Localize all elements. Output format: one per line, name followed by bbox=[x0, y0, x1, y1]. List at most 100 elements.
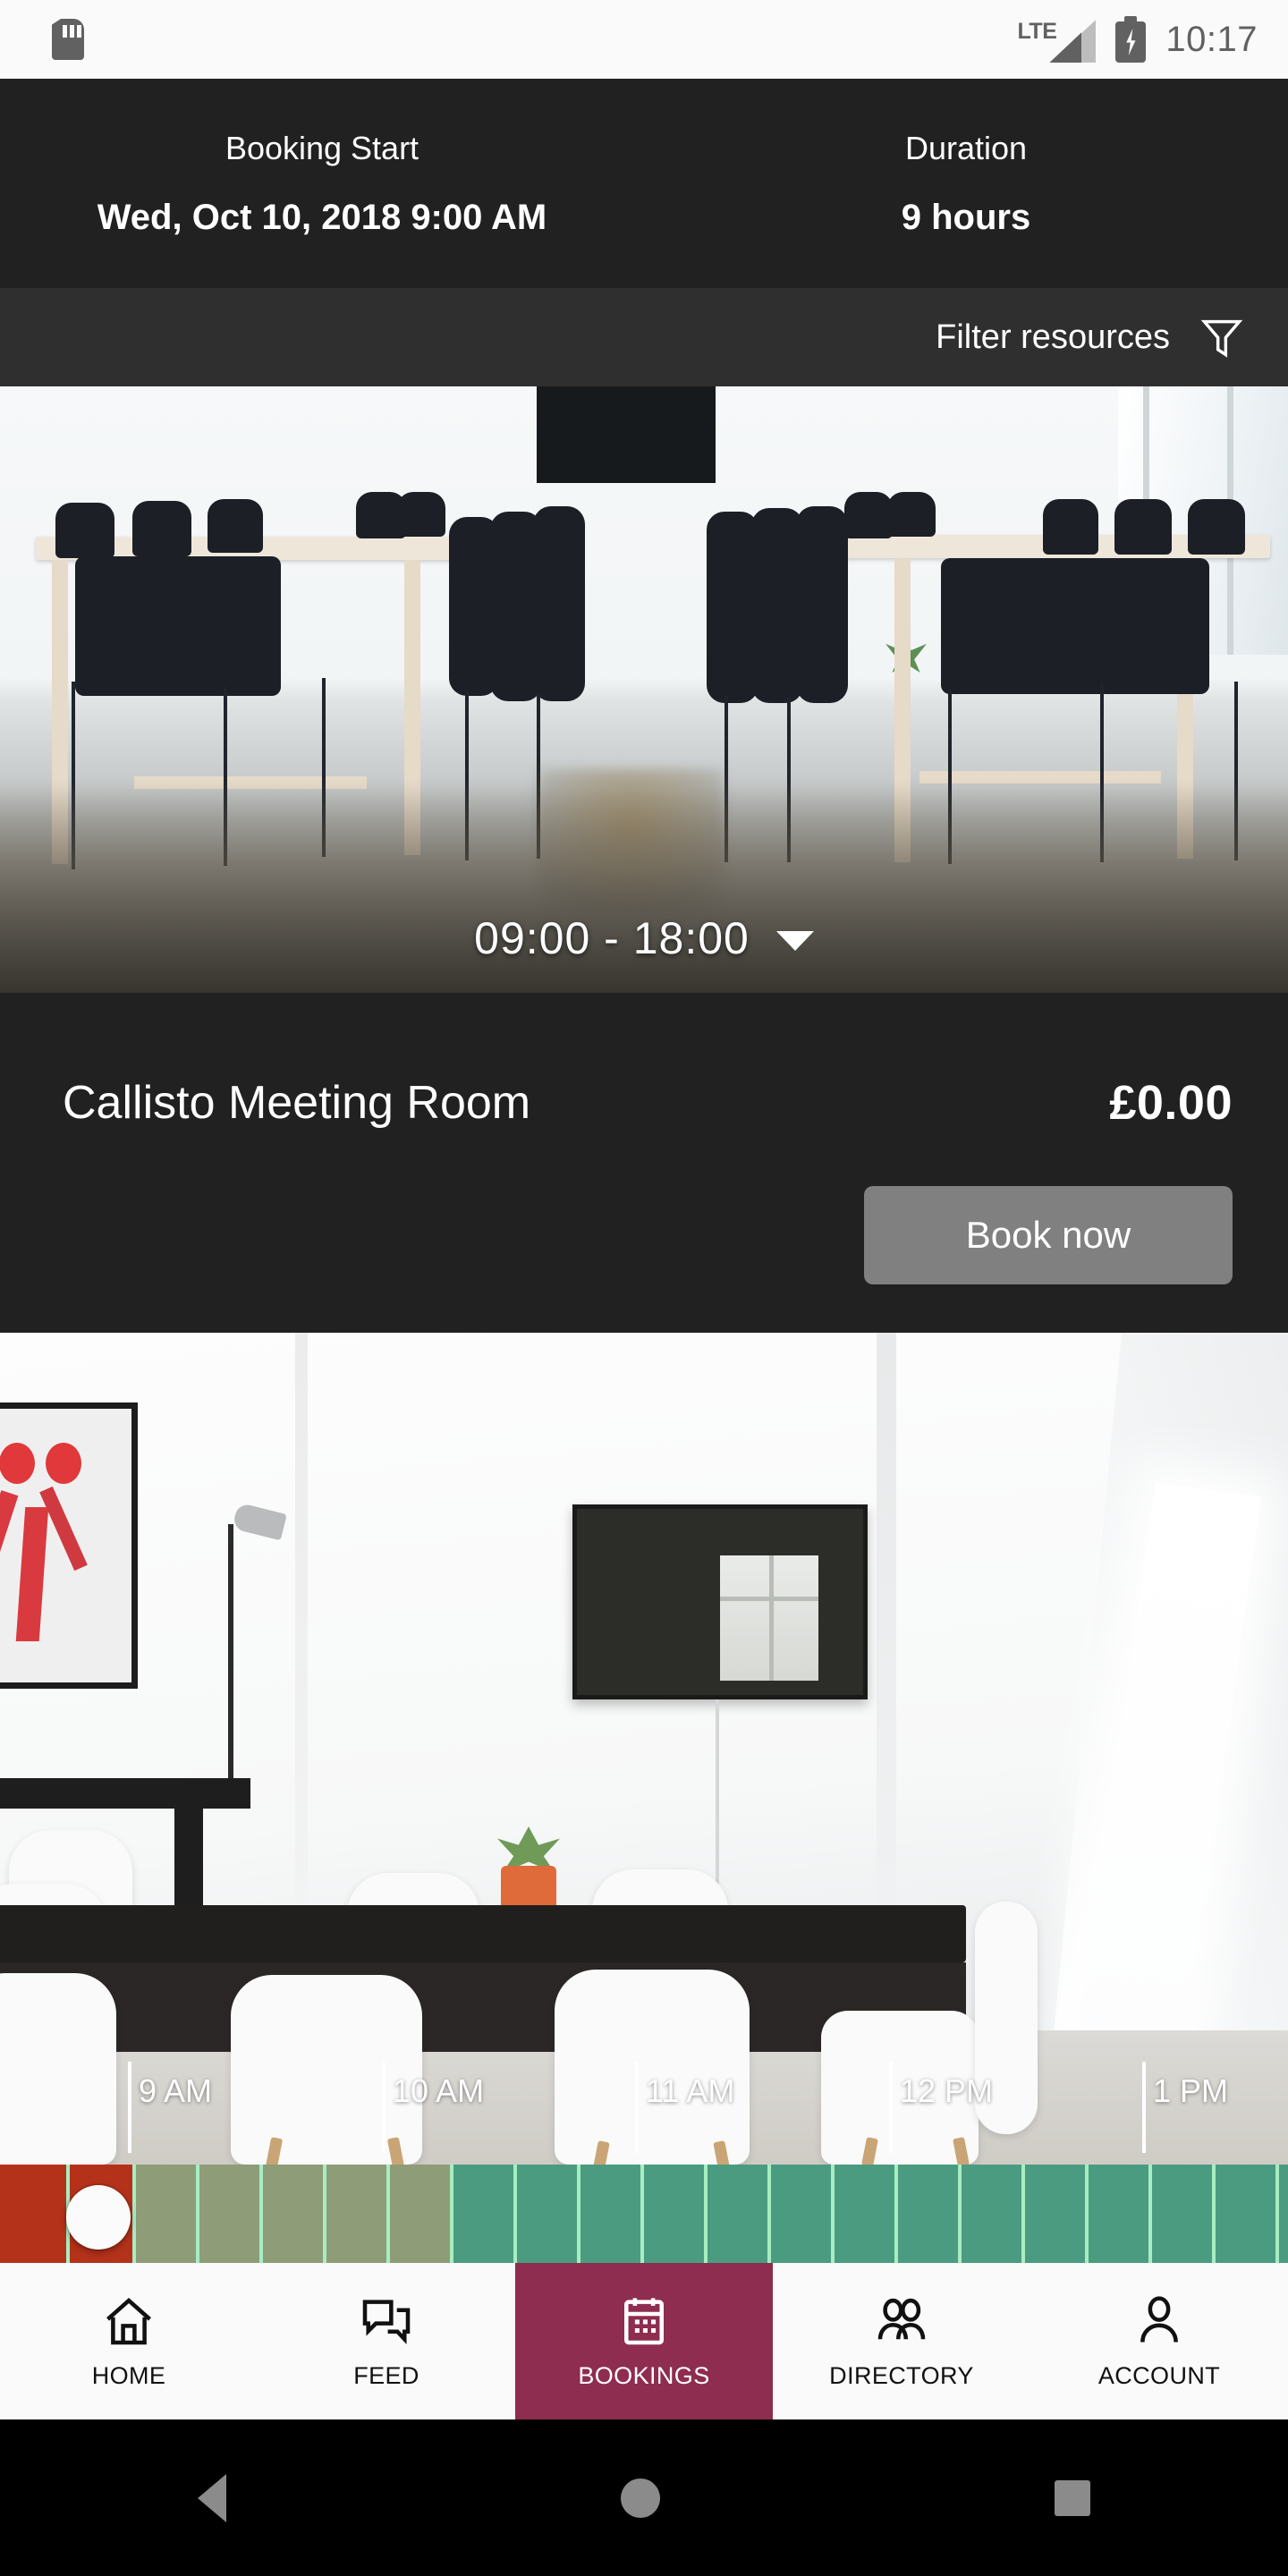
nav-item-home[interactable]: HOME bbox=[0, 2263, 258, 2419]
booking-duration-field[interactable]: Duration 9 hours bbox=[644, 79, 1288, 288]
timeline-segment[interactable] bbox=[771, 2165, 835, 2263]
timeline-segment[interactable] bbox=[263, 2165, 326, 2263]
chair-seat bbox=[941, 558, 1209, 694]
chair bbox=[796, 506, 848, 703]
chair bbox=[397, 492, 445, 537]
resource-info-card: Callisto Meeting Room £0.00 Book now bbox=[0, 993, 1288, 1333]
wall-lamp-arm bbox=[228, 1524, 233, 1784]
bottom-navigation: HOME FEED BOOKINGS DIRECTORY ACCOUNT bbox=[0, 2263, 1288, 2419]
chair bbox=[208, 499, 263, 553]
booking-header: Booking Start Wed, Oct 10, 2018 9:00 AM … bbox=[0, 79, 1288, 288]
timeline-hour-tick bbox=[382, 2062, 386, 2153]
nav-item-feed[interactable]: FEED bbox=[258, 2263, 515, 2419]
wall-mounted-tv bbox=[572, 1504, 868, 1699]
timeline-hour-label: 11 AM bbox=[646, 2072, 735, 2109]
nav-item-label: DIRECTORY bbox=[829, 2362, 974, 2389]
timeline-hour-label: 9 AM bbox=[139, 2072, 213, 2109]
calendar-icon bbox=[615, 2292, 673, 2350]
booking-start-label: Booking Start bbox=[225, 129, 419, 166]
availability-time-row[interactable]: 09:00 - 18:00 bbox=[0, 912, 1288, 964]
timeline-drag-handle[interactable] bbox=[66, 2185, 131, 2250]
timeline-segment[interactable] bbox=[0, 2165, 70, 2263]
chair bbox=[533, 506, 585, 701]
timeline-segment[interactable] bbox=[580, 2165, 644, 2263]
nav-item-account[interactable]: ACCOUNT bbox=[1030, 2263, 1288, 2419]
sd-card-icon bbox=[52, 19, 84, 60]
person-icon bbox=[1131, 2292, 1188, 2350]
home-icon bbox=[100, 2292, 157, 2350]
timeline-segment[interactable] bbox=[1089, 2165, 1152, 2263]
chair bbox=[1043, 499, 1098, 555]
funnel-filter-icon[interactable] bbox=[1199, 314, 1245, 360]
chair bbox=[887, 492, 936, 537]
timeline-segment[interactable] bbox=[390, 2165, 453, 2263]
timeline-hour-label: 10 AM bbox=[393, 2072, 485, 2109]
chevron-down-icon[interactable] bbox=[775, 931, 814, 951]
chair bbox=[55, 503, 114, 558]
timeline-segment[interactable] bbox=[1025, 2165, 1089, 2263]
status-bar-right: LTE 10:17 bbox=[1014, 16, 1288, 63]
chair bbox=[1114, 499, 1172, 555]
wall-poster bbox=[0, 1402, 138, 1689]
resource-info-row: Callisto Meeting Room £0.00 bbox=[63, 1075, 1233, 1131]
android-navigation-bar bbox=[0, 2419, 1288, 2576]
timeline-hour-label: 12 PM bbox=[900, 2072, 994, 2109]
nav-item-label: BOOKINGS bbox=[578, 2362, 710, 2389]
timeline-segment[interactable] bbox=[136, 2165, 199, 2263]
resource-name: Callisto Meeting Room bbox=[63, 1077, 531, 1129]
signal-bars-icon: LTE bbox=[1014, 16, 1097, 63]
timeline-segment[interactable] bbox=[326, 2165, 390, 2263]
back-triangle-icon[interactable] bbox=[197, 2473, 226, 2522]
resource-photo-2[interactable] bbox=[0, 1333, 1288, 2165]
nav-item-directory[interactable]: DIRECTORY bbox=[773, 2263, 1030, 2419]
chat-bubbles-icon bbox=[358, 2292, 415, 2350]
booking-duration-value: 9 hours bbox=[901, 197, 1031, 237]
chair bbox=[132, 501, 191, 556]
status-bar-clock: 10:17 bbox=[1165, 19, 1258, 59]
timeline-segment[interactable] bbox=[962, 2165, 1025, 2263]
timeline-segment[interactable] bbox=[199, 2165, 263, 2263]
timeline-segment[interactable] bbox=[898, 2165, 962, 2263]
home-circle-icon[interactable] bbox=[620, 2478, 660, 2518]
filter-resources-label: Filter resources bbox=[936, 318, 1170, 356]
timeline-segment[interactable] bbox=[708, 2165, 771, 2263]
side-table bbox=[0, 1778, 250, 1809]
status-bar: LTE 10:17 bbox=[0, 0, 1288, 79]
timeline-hour-labels: 9 AM 10 AM 11 AM 12 PM 1 PM bbox=[0, 2062, 1288, 2160]
timeline-segment[interactable] bbox=[517, 2165, 580, 2263]
chair-seat bbox=[75, 556, 281, 696]
timeline-hour-tick bbox=[128, 2062, 131, 2153]
timeline-segment[interactable] bbox=[1279, 2165, 1288, 2263]
chair bbox=[844, 492, 893, 538]
timeline-hour-tick bbox=[635, 2062, 639, 2153]
timeline-segment[interactable] bbox=[644, 2165, 708, 2263]
booking-start-value: Wed, Oct 10, 2018 9:00 AM bbox=[97, 197, 547, 237]
resource-price: £0.00 bbox=[1109, 1076, 1233, 1130]
nav-item-bookings[interactable]: BOOKINGS bbox=[515, 2263, 773, 2419]
booking-start-field[interactable]: Booking Start Wed, Oct 10, 2018 9:00 AM bbox=[0, 79, 644, 288]
battery-charging-icon bbox=[1115, 16, 1147, 63]
nav-item-label: FEED bbox=[353, 2362, 419, 2389]
app-root: LTE 10:17 Booking Start Wed, Oct 10, 201… bbox=[0, 0, 1288, 2576]
timeline-segment[interactable] bbox=[1152, 2165, 1216, 2263]
wall-tv bbox=[537, 386, 716, 483]
timeline-segment[interactable] bbox=[1216, 2165, 1279, 2263]
availability-time: 09:00 - 18:00 bbox=[474, 913, 750, 963]
filter-resources-bar[interactable]: Filter resources bbox=[0, 288, 1288, 386]
resource-photo-1[interactable]: 09:00 - 18:00 bbox=[0, 386, 1288, 993]
timeline-segment[interactable] bbox=[835, 2165, 898, 2263]
booking-duration-label: Duration bbox=[904, 129, 1028, 166]
recent-square-icon[interactable] bbox=[1055, 2479, 1091, 2516]
nav-item-label: HOME bbox=[91, 2362, 166, 2389]
status-bar-left bbox=[0, 19, 1014, 60]
book-now-button[interactable]: Book now bbox=[864, 1186, 1233, 1284]
nav-item-label: ACCOUNT bbox=[1097, 2362, 1221, 2389]
chair bbox=[1188, 499, 1245, 555]
timeline-hour-label: 1 PM bbox=[1153, 2072, 1229, 2109]
timeline-hour-tick bbox=[889, 2062, 893, 2153]
availability-timeline[interactable] bbox=[0, 2165, 1288, 2263]
dining-table bbox=[0, 1905, 966, 1962]
people-group-icon bbox=[873, 2292, 930, 2350]
timeline-hour-tick bbox=[1142, 2062, 1146, 2153]
timeline-segment[interactable] bbox=[453, 2165, 517, 2263]
